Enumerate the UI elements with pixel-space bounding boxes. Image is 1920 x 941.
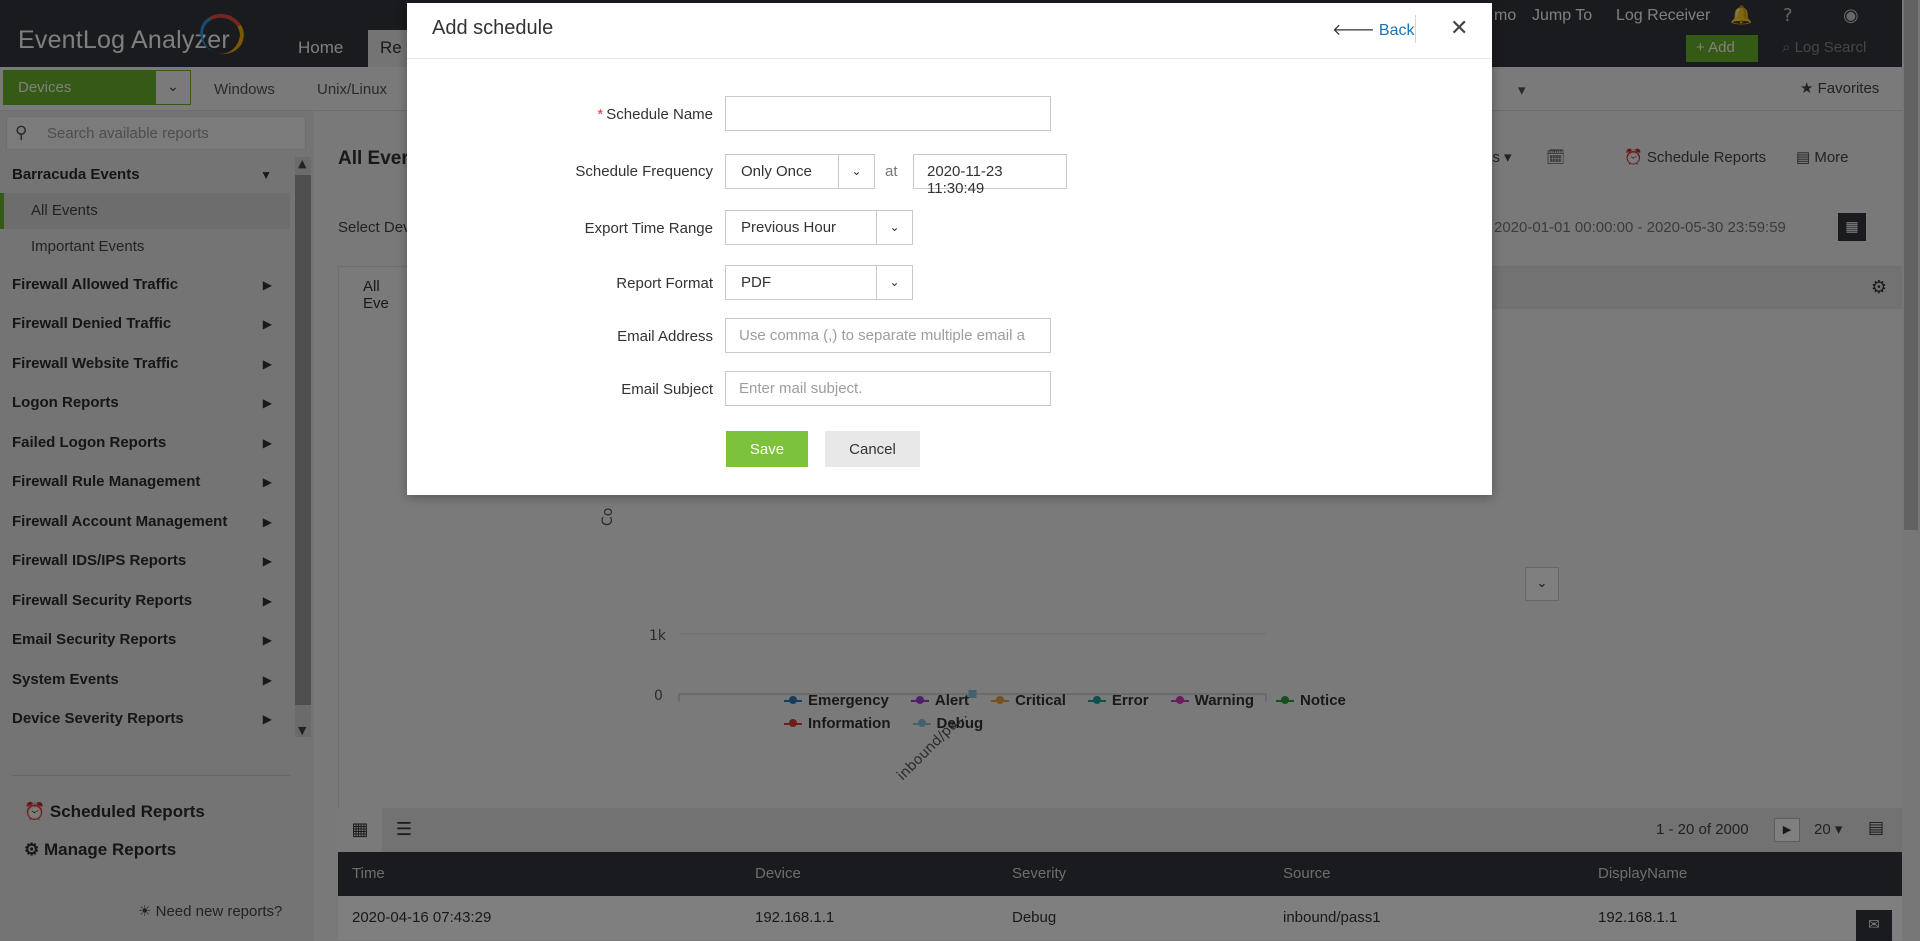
back-link[interactable]: 🡐 Back [1332,19,1414,40]
schedule-frequency-label: Schedule Frequency [575,163,713,180]
schedule-name-label: * Schedule Name [597,106,713,123]
time-range-value: Previous Hour [741,219,837,236]
report-format-label: Report Format [616,275,713,292]
email-address-input[interactable] [725,318,1051,353]
chevron-down-icon[interactable]: ⌄ [876,211,912,244]
email-subject-label: Email Subject [621,381,713,398]
at-label: at [885,163,898,180]
email-address-label: Email Address [617,328,713,345]
schedule-name-label-text: Schedule Name [606,106,713,123]
report-format-select[interactable]: PDF ⌄ [725,265,913,300]
report-format-value: PDF [741,274,771,291]
dialog-title: Add schedule [432,17,554,39]
back-label: Back [1378,22,1415,39]
email-subject-input[interactable] [725,371,1051,406]
export-time-range-label: Export Time Range [584,220,713,237]
schedule-datetime-input[interactable]: 2020-11-23 11:30:49 [913,154,1067,197]
required-marker: * [597,106,604,123]
cancel-button[interactable]: Cancel [825,431,920,467]
frequency-value: Only Once [741,163,812,180]
chevron-down-icon[interactable]: ⌄ [838,155,874,188]
arrow-left-icon: 🡐 [1332,22,1375,39]
time-range-select[interactable]: Previous Hour ⌄ [725,210,913,245]
save-button[interactable]: Save [726,431,808,467]
dialog-header: Add schedule 🡐 Back ✕ [407,3,1492,59]
close-icon[interactable]: ✕ [1450,16,1468,41]
add-schedule-dialog: Add schedule 🡐 Back ✕ * Schedule Name Sche… [407,3,1492,495]
header-divider [1415,15,1416,43]
schedule-name-input[interactable] [725,96,1051,131]
chevron-down-icon[interactable]: ⌄ [876,266,912,299]
frequency-select[interactable]: Only Once ⌄ [725,154,875,189]
